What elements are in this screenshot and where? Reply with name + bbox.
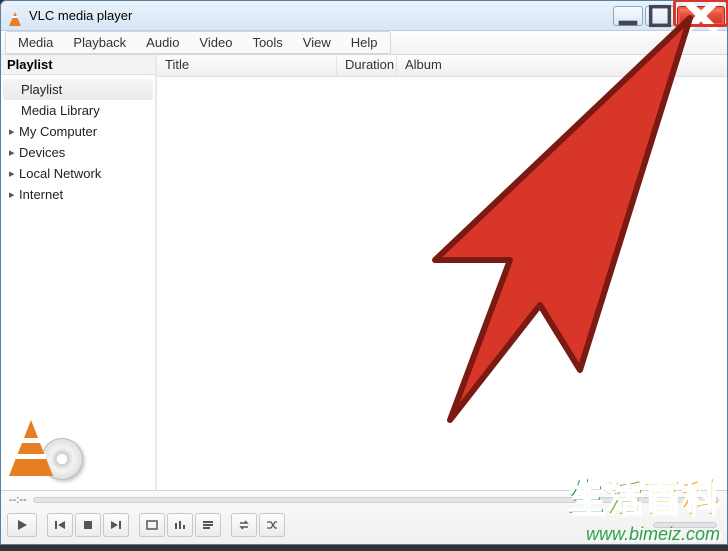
seek-slider[interactable] xyxy=(33,497,719,503)
maximize-button[interactable] xyxy=(645,6,675,26)
play-button[interactable] xyxy=(7,513,37,537)
sidebar-item-label: Internet xyxy=(19,187,63,202)
app-window: VLC media player Media Playback Audio Vi… xyxy=(0,0,728,545)
playlist-toggle-button[interactable] xyxy=(195,513,221,537)
column-duration[interactable]: Duration xyxy=(337,55,397,76)
chevron-right-icon: ▸ xyxy=(9,167,17,180)
sidebar-artwork xyxy=(1,414,91,482)
chevron-right-icon: ▸ xyxy=(9,146,17,159)
shuffle-button[interactable] xyxy=(259,513,285,537)
stop-icon xyxy=(82,519,94,531)
sidebar-item-label: Playlist xyxy=(21,82,62,97)
column-title[interactable]: Title xyxy=(157,55,337,76)
sidebar-item-label: Devices xyxy=(19,145,65,160)
sidebar-item-playlist[interactable]: Playlist xyxy=(3,79,153,100)
menu-audio[interactable]: Audio xyxy=(136,33,189,52)
chevron-right-icon: ▸ xyxy=(9,188,17,201)
equalizer-icon xyxy=(174,519,186,531)
volume-slider[interactable] xyxy=(653,522,717,528)
titlebar: VLC media player xyxy=(1,1,727,31)
sidebar: Playlist Playlist Media Library ▸ My Com… xyxy=(1,55,157,490)
playlist-icon xyxy=(202,519,214,531)
sidebar-header: Playlist xyxy=(1,55,155,75)
body: Playlist Playlist Media Library ▸ My Com… xyxy=(1,55,727,490)
loop-icon xyxy=(238,519,250,531)
next-button[interactable] xyxy=(103,513,129,537)
sidebar-item-devices[interactable]: ▸ Devices xyxy=(3,142,153,163)
column-album[interactable]: Album xyxy=(397,55,727,76)
menu-tools[interactable]: Tools xyxy=(242,33,292,52)
menu-media[interactable]: Media xyxy=(8,33,63,52)
sidebar-item-label: My Computer xyxy=(19,124,97,139)
skip-next-icon xyxy=(110,519,122,531)
previous-button[interactable] xyxy=(47,513,73,537)
skip-previous-icon xyxy=(54,519,66,531)
close-button[interactable] xyxy=(677,6,725,26)
sidebar-item-label: Media Library xyxy=(21,103,100,118)
menu-view[interactable]: View xyxy=(293,33,341,52)
seek-row: --:-- xyxy=(1,491,727,509)
fullscreen-button[interactable] xyxy=(139,513,165,537)
column-headers: Title Duration Album xyxy=(157,55,727,77)
playlist-area: Title Duration Album xyxy=(157,55,727,490)
sidebar-item-media-library[interactable]: Media Library xyxy=(3,100,153,121)
menubar: Media Playback Audio Video Tools View He… xyxy=(1,31,727,55)
loop-button[interactable] xyxy=(231,513,257,537)
footer: --:-- xyxy=(1,490,727,544)
window-title: VLC media player xyxy=(29,8,613,23)
sidebar-item-label: Local Network xyxy=(19,166,101,181)
menu-video[interactable]: Video xyxy=(189,33,242,52)
menu-playback[interactable]: Playback xyxy=(63,33,136,52)
controls-row xyxy=(1,509,727,541)
stop-button[interactable] xyxy=(75,513,101,537)
time-label: --:-- xyxy=(9,494,27,506)
vlc-cone-icon xyxy=(9,420,53,476)
shuffle-icon xyxy=(266,519,278,531)
minimize-button[interactable] xyxy=(613,6,643,26)
extended-settings-button[interactable] xyxy=(167,513,193,537)
sidebar-tree: Playlist Media Library ▸ My Computer ▸ D… xyxy=(1,75,155,209)
sidebar-item-my-computer[interactable]: ▸ My Computer xyxy=(3,121,153,142)
chevron-right-icon: ▸ xyxy=(9,125,17,138)
sidebar-item-local-network[interactable]: ▸ Local Network xyxy=(3,163,153,184)
sidebar-item-internet[interactable]: ▸ Internet xyxy=(3,184,153,205)
fullscreen-icon xyxy=(146,519,158,531)
minimize-icon xyxy=(614,2,642,30)
play-icon xyxy=(16,519,28,531)
window-controls xyxy=(613,6,725,26)
maximize-icon xyxy=(646,2,674,30)
menu-help[interactable]: Help xyxy=(341,33,388,52)
vlc-cone-icon xyxy=(7,6,23,26)
